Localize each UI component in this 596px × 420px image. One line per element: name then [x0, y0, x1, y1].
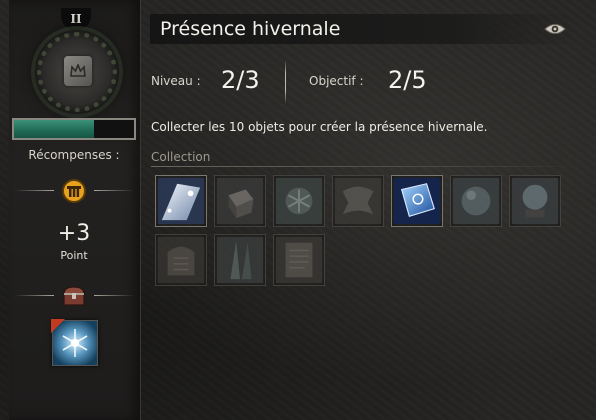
- blue-tome-icon[interactable]: [391, 175, 443, 227]
- level-label: Niveau :: [151, 74, 201, 88]
- reward-item-icon[interactable]: [51, 319, 98, 366]
- snowy-scroll-icon[interactable]: [155, 175, 207, 227]
- item-divider: [14, 281, 134, 311]
- points-label: Point: [60, 249, 88, 262]
- achievement-progress-bar: [12, 118, 136, 140]
- ap-divider: [14, 176, 134, 206]
- points-value: +3: [57, 221, 91, 246]
- snow-globe-icon[interactable]: [509, 175, 561, 227]
- stats-divider: [285, 60, 286, 104]
- page-title: Présence hivernale: [160, 18, 341, 40]
- achievement-emblem-icon: [35, 30, 119, 114]
- treasure-chest-icon: [63, 286, 85, 306]
- collection-label: Collection: [151, 150, 211, 164]
- feathers-icon[interactable]: [214, 234, 266, 286]
- tablet-icon[interactable]: [155, 234, 207, 286]
- collection-divider: [151, 166, 581, 167]
- gift-box-icon[interactable]: [214, 175, 266, 227]
- eye-icon[interactable]: [544, 22, 566, 36]
- crystal-orb-icon[interactable]: [450, 175, 502, 227]
- level-value: 2/3: [221, 66, 260, 94]
- rewards-title: Récompenses :: [28, 148, 120, 162]
- snowflake-ornament-icon[interactable]: [273, 175, 325, 227]
- parchment-icon[interactable]: [273, 234, 325, 286]
- achievement-description: Collecter les 10 objets pour créer la pr…: [151, 120, 488, 134]
- objective-value: 2/5: [388, 66, 427, 94]
- achievement-points-icon: [62, 179, 86, 203]
- cloth-icon[interactable]: [332, 175, 384, 227]
- progress-fill: [14, 120, 95, 138]
- objective-label: Objectif :: [309, 74, 364, 88]
- tier-badge: II: [61, 8, 91, 30]
